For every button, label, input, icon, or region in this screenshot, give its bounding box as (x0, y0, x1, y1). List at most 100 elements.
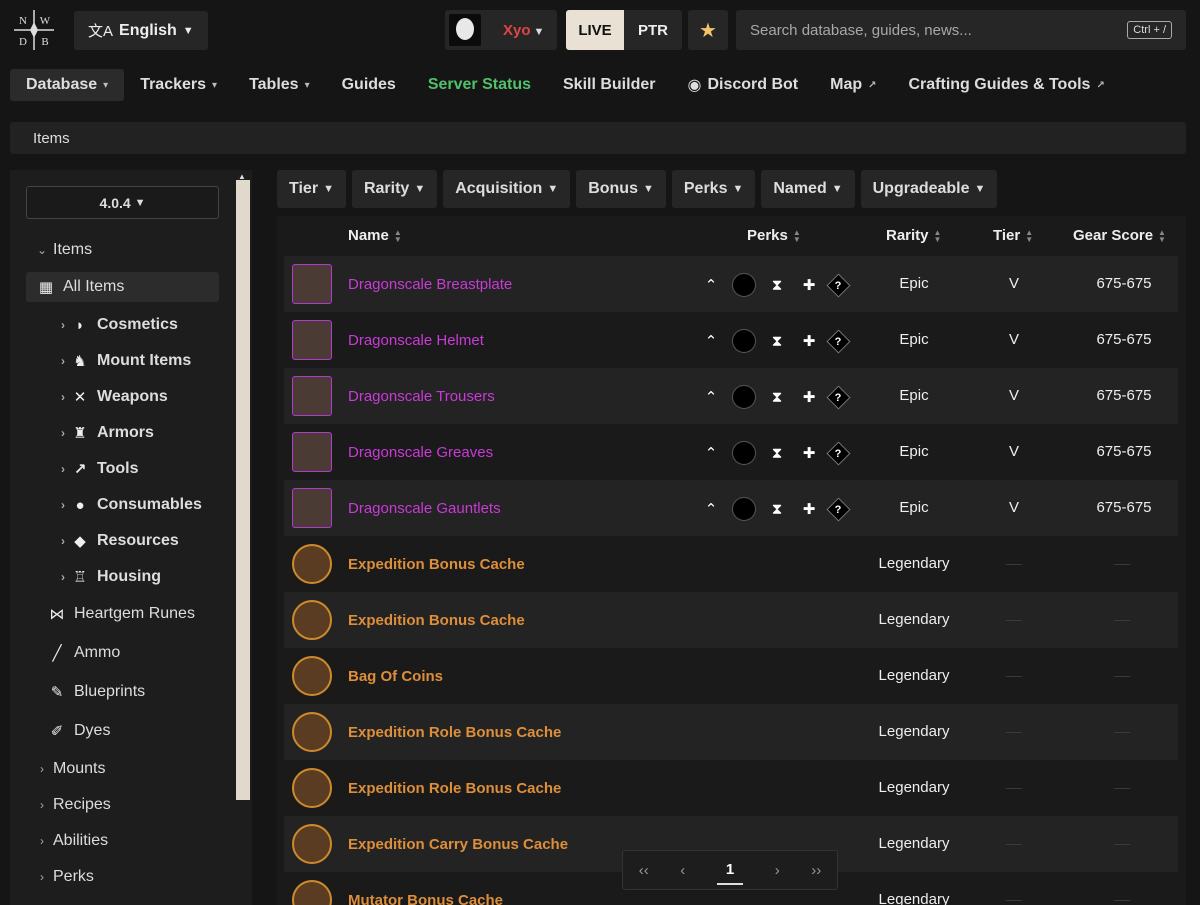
nav-crafting-guides-tools[interactable]: Crafting Guides & Tools ↗ (893, 69, 1121, 101)
sidebar-scrollbar[interactable] (236, 180, 250, 800)
sidebar-item-cosmetics[interactable]: › ◗ Cosmetics (56, 310, 178, 340)
item-name-link[interactable]: Dragonscale Breastplate (348, 276, 512, 293)
breadcrumb-items[interactable]: Items (33, 130, 70, 147)
sidebar-item-resources[interactable]: › ◆ Resources (56, 526, 179, 556)
table-row[interactable]: Dragonscale Trousers ⌃ ⧗ ✚? Epic V 675-675 (284, 368, 1178, 424)
table-row[interactable]: Dragonscale Greaves ⌃ ⧗ ✚? Epic V 675-675 (284, 424, 1178, 480)
sidebar-item-consumables[interactable]: › ● Consumables (56, 490, 202, 520)
filter-rarity[interactable]: Rarity ▼ (351, 170, 438, 208)
current-page[interactable]: 1 (716, 861, 744, 885)
sidebar-item-housing[interactable]: › ♖ Housing (56, 562, 161, 592)
sidebar-item-dyes[interactable]: ✐ Dyes (47, 716, 111, 746)
column-rarity[interactable]: Rarity ▲ ▼ (886, 227, 941, 244)
item-icon (292, 768, 332, 808)
sidebar-item-blueprints[interactable]: ✎ Blueprints (47, 677, 145, 707)
sidebar-item-tools[interactable]: › ↗ Tools (56, 454, 138, 484)
nav-skill-builder[interactable]: Skill Builder (547, 69, 671, 101)
filter-bonus[interactable]: Bonus ▼ (576, 170, 666, 208)
nav-map[interactable]: Map ↗ (814, 69, 892, 101)
nwdb-logo[interactable]: N W D B (10, 6, 58, 54)
sidebar-item-weapons[interactable]: › ✕ Weapons (56, 382, 168, 412)
sidebar-item-armors[interactable]: › ♜ Armors (56, 418, 154, 448)
nav-guides[interactable]: Guides (326, 69, 412, 101)
mask-icon: ◗ (75, 316, 85, 334)
filter-bar: Tier ▼ Rarity ▼ Acquisition ▼ Bonus ▼ Perks ▼ Name… (277, 170, 998, 208)
column-perks[interactable]: Perks ▲ ▼ (747, 227, 801, 244)
sidebar-item-mounts[interactable]: › Mounts (35, 754, 105, 784)
item-name-link[interactable]: Expedition Bonus Cache (348, 556, 525, 573)
sidebar-item-mount-items[interactable]: › ♞ Mount Items (56, 346, 191, 376)
item-name-link[interactable]: Dragonscale Trousers (348, 388, 495, 405)
chevron-down-icon: ▾ (103, 79, 109, 91)
table-row[interactable]: Expedition Role Bonus Cache Legendary (284, 704, 1178, 760)
favorites-star-icon[interactable]: ★ (688, 10, 728, 50)
item-name-link[interactable]: Expedition Role Bonus Cache (348, 780, 561, 797)
filter-named[interactable]: Named ▼ (761, 170, 855, 208)
translate-icon: 文A (88, 23, 114, 40)
last-page-button[interactable]: ›› (811, 862, 821, 879)
empty-gear-score-dash (1114, 788, 1130, 789)
nav-database[interactable]: Database ▾ (10, 69, 125, 101)
sidebar-item-ammo[interactable]: ╱ Ammo (47, 638, 120, 668)
nav-discord-bot[interactable]: ◉ Discord Bot (671, 69, 814, 101)
filter-perks[interactable]: Perks ▼ (671, 170, 756, 208)
dropdown-caret-icon: ▼ (134, 196, 146, 209)
sidebar-item-all-items[interactable]: ▦ All Items (26, 272, 219, 302)
search-input[interactable] (750, 21, 1128, 39)
scroll-up-icon[interactable]: ▲ (238, 172, 246, 181)
table-row[interactable]: Expedition Bonus Cache Legendary (284, 536, 1178, 592)
table-row[interactable]: Dragonscale Helmet ⌃ ⧗ ✚? Epic V 675-675 (284, 312, 1178, 368)
hourglass-icon: ⧗ (771, 388, 783, 406)
sidebar-item-label: Armors (97, 424, 154, 441)
nav-tables[interactable]: Tables ▾ (233, 69, 326, 101)
first-page-button[interactable]: ‹‹ (639, 862, 649, 879)
table-row[interactable]: Bag Of Coins Legendary (284, 648, 1178, 704)
item-name-link[interactable]: Expedition Bonus Cache (348, 612, 525, 629)
column-tier[interactable]: Tier ▲ ▼ (993, 227, 1033, 244)
table-row[interactable]: Expedition Bonus Cache Legendary (284, 592, 1178, 648)
user-menu[interactable]: Xyo ▼ (445, 10, 557, 50)
sidebar-item-perks[interactable]: › Perks (35, 862, 94, 892)
table-row[interactable]: Dragonscale Breastplate ⌃ ⧗ ✚? Epic V 675-675 (284, 256, 1178, 312)
grid-icon: ▦ (38, 279, 54, 296)
item-name-link[interactable]: Dragonscale Gauntlets (348, 500, 501, 517)
item-name-link[interactable]: Expedition Role Bonus Cache (348, 724, 561, 741)
rarity-cell: Epic (899, 443, 929, 460)
filter-tier[interactable]: Tier ▼ (277, 170, 346, 208)
item-name-link[interactable]: Bag Of Coins (348, 668, 443, 685)
prev-page-button[interactable]: ‹ (680, 862, 685, 879)
column-name[interactable]: Name ▲ ▼ (348, 227, 402, 244)
rarity-cell: Legendary (878, 611, 950, 628)
item-name-link[interactable]: Expedition Carry Bonus Cache (348, 836, 568, 853)
sidebar-item-items[interactable]: ⌄ Items (35, 235, 92, 265)
external-link-icon: ↗ (1096, 79, 1105, 91)
column-gear-score[interactable]: Gear Score ▲ ▼ (1073, 227, 1166, 244)
chair-icon: ♖ (73, 569, 87, 586)
table-row[interactable]: Expedition Role Bonus Cache Legendary (284, 760, 1178, 816)
next-page-button[interactable]: › (775, 862, 780, 879)
sidebar-item-label: Consumables (97, 496, 202, 513)
item-icon (292, 432, 332, 472)
column-name-label: Name (348, 227, 389, 244)
filter-acquisition[interactable]: Acquisition ▼ (443, 170, 571, 208)
table-row[interactable]: Dragonscale Gauntlets ⌃ ⧗ ✚? Epic V 675-675 (284, 480, 1178, 536)
language-selector[interactable]: 文A English ▼ (74, 11, 208, 50)
sidebar-item-recipes[interactable]: › Recipes (35, 790, 111, 820)
item-name-link[interactable]: Dragonscale Greaves (348, 444, 493, 461)
sidebar-item-abilities[interactable]: › Abilities (35, 826, 108, 856)
nav-server-status[interactable]: Server Status (412, 69, 547, 101)
version-selector[interactable]: 4.0.4 ▼ (26, 186, 219, 219)
item-name-link[interactable]: Dragonscale Helmet (348, 332, 484, 349)
live-button[interactable]: LIVE (566, 10, 624, 50)
tier-cell: V (1008, 331, 1019, 348)
ptr-button[interactable]: PTR (624, 10, 682, 50)
nav-trackers[interactable]: Trackers ▾ (124, 69, 233, 101)
unknown-perk-icon: ? (826, 440, 851, 466)
nav-label: Tables (249, 76, 299, 93)
sidebar-item-heartgem-runes[interactable]: ⋈ Heartgem Runes (47, 599, 195, 629)
perk-icons: ⌃ ⧗ ✚? (700, 272, 851, 298)
discord-icon: ◉ (687, 77, 702, 94)
item-name-link[interactable]: Mutator Bonus Cache (348, 892, 503, 905)
external-link-icon: ↗ (868, 79, 877, 91)
filter-upgradeable[interactable]: Upgradeable ▼ (860, 170, 998, 208)
